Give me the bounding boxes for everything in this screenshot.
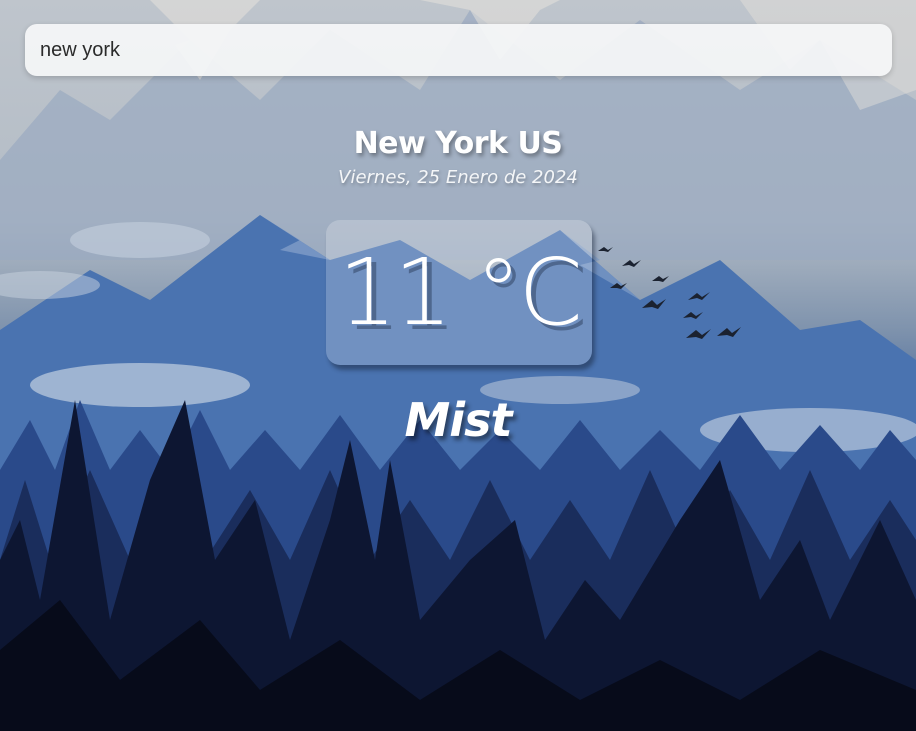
location-name: New York US [353, 126, 563, 161]
search-input[interactable] [25, 24, 892, 76]
weather-condition: Mist [404, 393, 513, 447]
background-illustration [0, 0, 916, 731]
app-screen: New York US Viernes, 25 Enero de 2024 11… [0, 0, 916, 731]
current-date: Viernes, 25 Enero de 2024 [338, 167, 578, 188]
temperature-value: 11 °C [338, 239, 583, 346]
search-bar[interactable] [25, 24, 892, 76]
temperature-card: 11 °C [326, 220, 592, 365]
